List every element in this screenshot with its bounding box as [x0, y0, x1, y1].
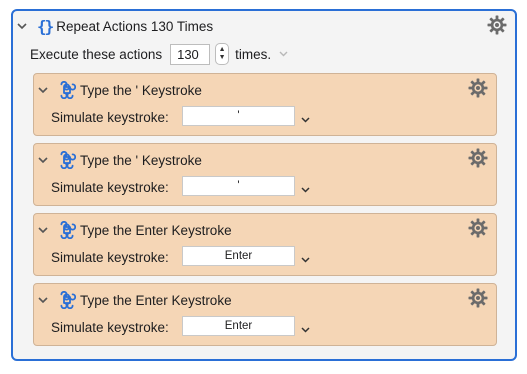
keystroke-action[interactable]: Type the Enter Keystroke Simulate keystr…: [33, 283, 497, 346]
action-header: Type the Enter Keystroke: [38, 291, 232, 309]
action-title: Type the Enter Keystroke: [80, 222, 232, 238]
action-title: Type the ' Keystroke: [80, 82, 202, 98]
repeat-icon: {}: [37, 17, 54, 36]
keystroke-field[interactable]: Enter: [182, 246, 295, 266]
chevron-down-icon[interactable]: [301, 251, 310, 266]
action-header: Type the ' Keystroke: [38, 151, 202, 169]
execute-label: Execute these actions: [30, 46, 163, 62]
gear-icon[interactable]: [468, 78, 488, 98]
chevron-down-icon[interactable]: [38, 296, 50, 304]
simulate-keystroke-label: Simulate keystroke:: [51, 250, 169, 265]
action-title: Type the Enter Keystroke: [80, 292, 232, 308]
repeat-title: Repeat Actions 130 Times: [56, 19, 214, 34]
keystroke-action[interactable]: Type the ' Keystroke Simulate keystroke:…: [33, 73, 497, 136]
keystroke-action[interactable]: Type the Enter Keystroke Simulate keystr…: [33, 213, 497, 276]
keystroke-field[interactable]: Enter: [182, 316, 295, 336]
gear-icon[interactable]: [487, 15, 507, 35]
stepper-icon[interactable]: ▲ ▼: [215, 43, 230, 65]
keystroke-action[interactable]: Type the ' Keystroke Simulate keystroke:…: [33, 143, 497, 206]
times-label: times.: [235, 46, 272, 62]
chevron-down-icon[interactable]: [38, 156, 50, 164]
execute-row: Execute these actions 130 ▲ ▼ times.: [30, 43, 288, 65]
chevron-down-icon[interactable]: [17, 23, 29, 30]
gear-icon[interactable]: [468, 148, 488, 168]
simulate-keystroke-label: Simulate keystroke:: [51, 110, 169, 125]
action-header: Type the Enter Keystroke: [38, 221, 232, 239]
chevron-down-icon[interactable]: [38, 226, 50, 234]
options-chevron-icon[interactable]: [279, 49, 288, 60]
chevron-down-icon[interactable]: [301, 181, 310, 196]
command-key-icon: [58, 291, 76, 309]
keystroke-field[interactable]: ': [182, 176, 295, 196]
simulate-keystroke-label: Simulate keystroke:: [51, 180, 169, 195]
gear-icon[interactable]: [468, 218, 488, 238]
keystroke-field[interactable]: ': [182, 106, 295, 126]
repeat-count-field[interactable]: 130: [170, 43, 211, 65]
chevron-down-icon[interactable]: [301, 111, 310, 126]
chevron-down-icon[interactable]: [38, 86, 50, 94]
action-title: Type the ' Keystroke: [80, 152, 202, 168]
command-key-icon: [58, 151, 76, 169]
gear-icon[interactable]: [468, 288, 488, 308]
chevron-down-icon[interactable]: [301, 321, 310, 336]
action-header: Type the ' Keystroke: [38, 81, 202, 99]
repeat-header: {} Repeat Actions 130 Times: [17, 17, 213, 36]
command-key-icon: [58, 221, 76, 239]
simulate-keystroke-label: Simulate keystroke:: [51, 320, 169, 335]
repeat-action-group[interactable]: {} Repeat Actions 130 Times Execute thes…: [11, 9, 517, 361]
command-key-icon: [58, 81, 76, 99]
